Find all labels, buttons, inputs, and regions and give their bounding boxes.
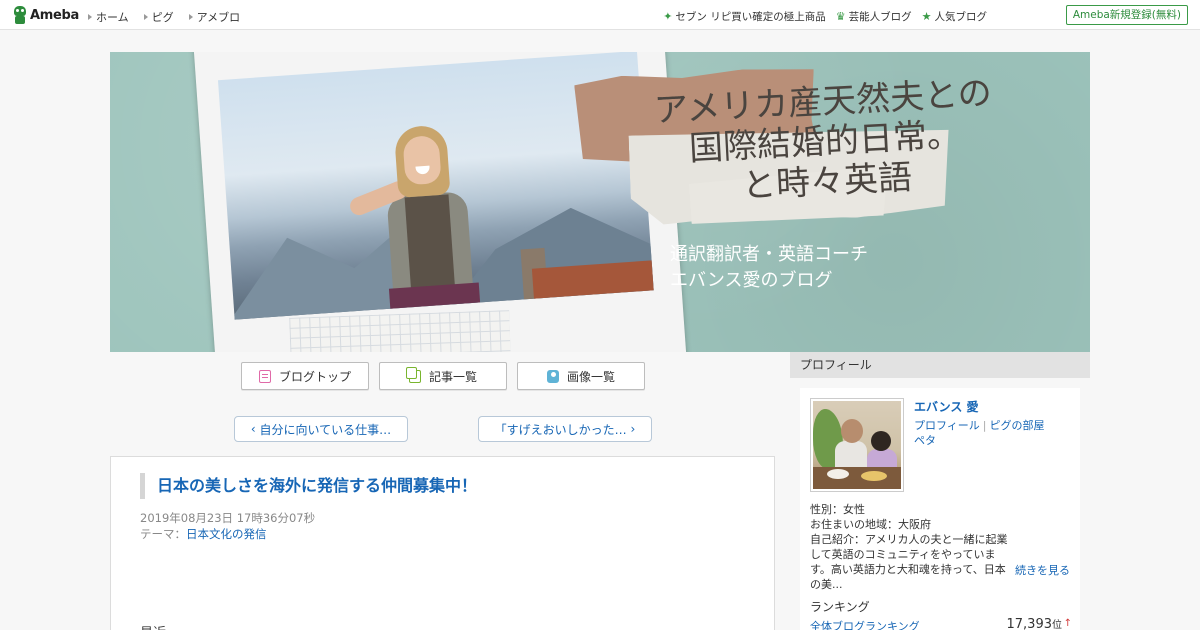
blog-top-icon xyxy=(258,369,271,383)
crown-icon: ♛ xyxy=(835,10,846,23)
article-entry: 日本の美しさを海外に発信する仲間募集中！ 2019年08月23日 17時36分0… xyxy=(110,456,775,630)
star-icon: ★ xyxy=(921,10,932,23)
global-nav: ホーム ピグ アメブロ xyxy=(88,9,255,25)
pigg-room-link[interactable]: ピグの部屋 xyxy=(990,419,1045,432)
ranking-title: ランキング xyxy=(810,600,870,614)
nav-ameblo-link[interactable]: アメブロ xyxy=(188,9,240,25)
logo-text: Ameba xyxy=(30,7,80,23)
profile-info: 性別：女性 お住まいの地域：大阪府 自己紹介：アメリカ人の夫と一緒に起業して英語… xyxy=(810,502,1072,592)
ranking-value: 17,393位 xyxy=(1006,617,1063,630)
article-list-icon xyxy=(405,366,421,383)
profile-residence: お住まいの地域：大阪府 xyxy=(810,518,931,531)
promo-link-celebrity[interactable]: ♛ 芸能人ブログ xyxy=(836,9,912,24)
profile-photo xyxy=(813,401,901,489)
rank-up-arrow-icon: ↑ xyxy=(1063,618,1072,629)
promo-link-popular[interactable]: ★ 人気ブログ xyxy=(922,9,987,24)
promo-link-seven[interactable]: ✦ セブン リピ買い確定の極上商品 xyxy=(663,9,826,24)
profile-name[interactable]: エバンス 愛 xyxy=(914,398,979,415)
nav-pigg-link[interactable]: ピグ xyxy=(143,9,174,25)
article-date: 2019年08月23日 17時36分07秒 xyxy=(140,511,316,525)
tab-article-list[interactable]: 記事一覧 xyxy=(379,362,507,390)
nav-home-link[interactable]: ホーム xyxy=(88,9,129,25)
prev-article-link[interactable]: ‹ 自分に向いている仕事… xyxy=(234,416,408,442)
ameba-logo[interactable]: Ameba xyxy=(13,6,79,24)
ranking-row: 全体ブログランキング 17,393位 ↑ xyxy=(810,616,1072,630)
chevron-right-icon xyxy=(143,14,148,20)
article-title[interactable]: 日本の美しさを海外に発信する仲間募集中！ xyxy=(140,473,477,499)
profile-links: プロフィール | ピグの部屋 ペタ xyxy=(914,418,1074,448)
camera-icon xyxy=(546,369,559,383)
chevron-left-icon: ‹ xyxy=(250,422,260,436)
profile-gender: 性別：女性 xyxy=(810,503,865,516)
sparkle-icon: ✦ xyxy=(663,10,673,23)
read-more-link[interactable]: 続きを見る xyxy=(1015,562,1070,578)
blog-subtitle: 通訳翻訳者・英語コーチ エバンス愛のブログ xyxy=(670,244,868,291)
peta-link[interactable]: ペタ xyxy=(914,434,936,447)
article-body: 最近 xyxy=(140,622,166,630)
chevron-right-icon xyxy=(88,14,92,20)
promo-links: ✦ セブン リピ買い確定の極上商品 ♛ 芸能人ブログ ★ 人気ブログ xyxy=(653,9,987,24)
chevron-right-icon: › xyxy=(626,422,636,436)
tab-blog-top[interactable]: ブログトップ xyxy=(241,362,369,390)
avatar[interactable] xyxy=(810,398,904,492)
profile-link[interactable]: プロフィール xyxy=(914,419,980,432)
register-button[interactable]: Ameba新規登録(無料) xyxy=(1065,5,1188,25)
chevron-right-icon xyxy=(188,14,193,20)
overall-ranking-link[interactable]: 全体ブログランキング xyxy=(810,618,920,630)
grid-paper-scrap xyxy=(289,310,511,352)
woman-pointing-figure xyxy=(347,112,495,319)
blog-tabs: ブログトップ 記事一覧 画像一覧 xyxy=(241,362,655,390)
article-theme: テーマ：日本文化の発信 xyxy=(140,527,267,541)
blog-header-banner[interactable]: アメリカ産天然夫との 国際結婚的日常。 と時々英語 通訳翻訳者・英語コーチ エバ… xyxy=(110,52,1090,352)
separator: | xyxy=(982,419,987,432)
profile-header: プロフィール xyxy=(790,352,1090,378)
blog-title: アメリカ産天然夫との 国際結婚的日常。 と時々英語 xyxy=(653,73,993,207)
global-header: Ameba ホーム ピグ アメブロ ✦ セブン リピ買い確定の極上商品 ♛ 芸能人ブ… xyxy=(0,0,1200,30)
next-article-link[interactable]: 「すげえおいしかった… › xyxy=(478,416,652,442)
article-theme-link[interactable]: 日本文化の発信 xyxy=(186,527,267,541)
profile-card: エバンス 愛 プロフィール | ピグの部屋 ペタ 性別：女性 お住まいの地域：大阪府… xyxy=(800,388,1080,630)
ameba-logo-icon xyxy=(13,6,27,24)
tab-image-list[interactable]: 画像一覧 xyxy=(517,362,645,390)
